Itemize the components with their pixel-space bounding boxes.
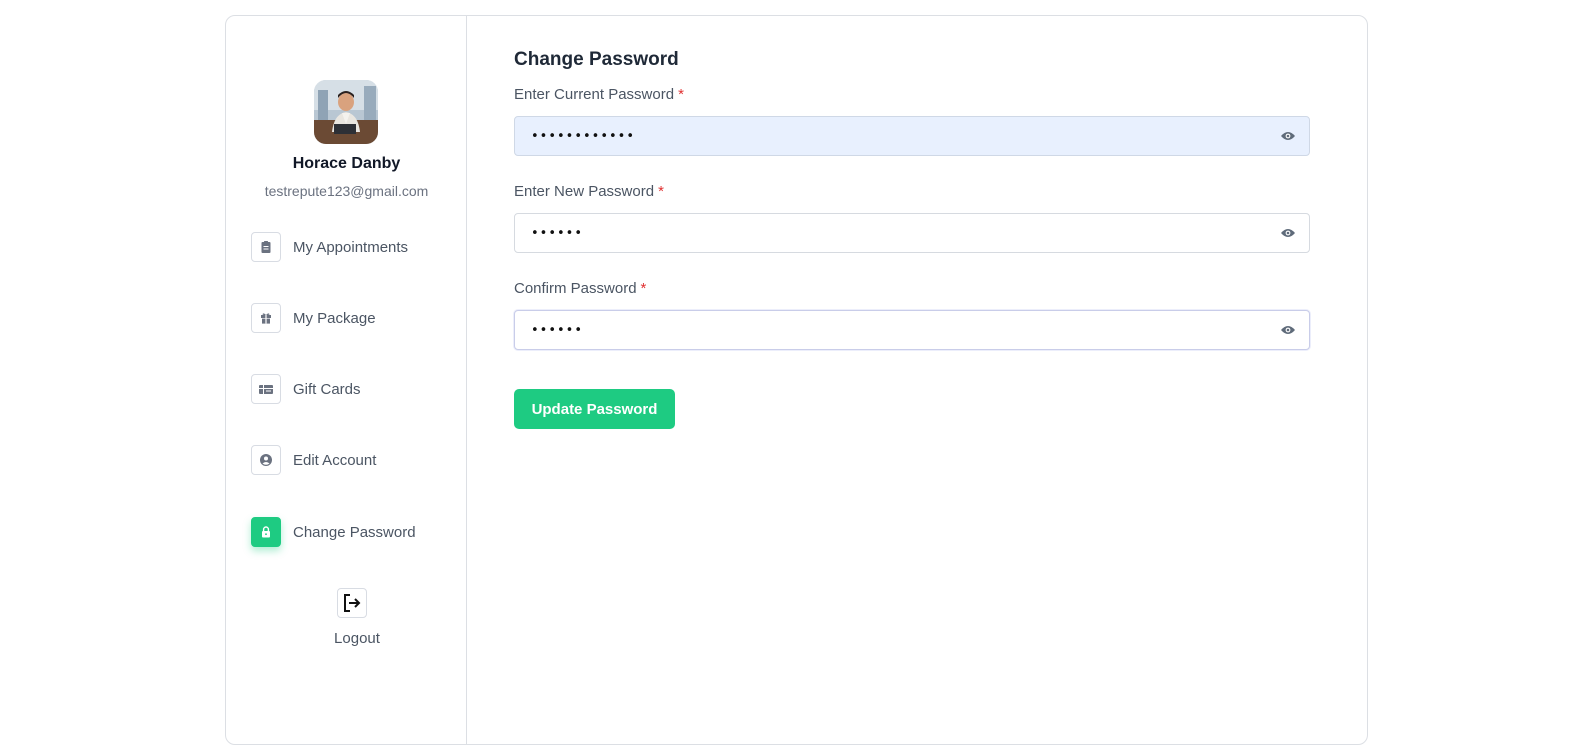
required-mark: * <box>658 183 664 200</box>
confirm-password-field <box>514 310 1310 350</box>
new-password-label-text: Enter New Password <box>514 183 655 200</box>
current-password-field <box>514 116 1310 156</box>
confirm-password-input[interactable] <box>515 311 1279 349</box>
current-password-input[interactable] <box>515 117 1279 155</box>
eye-icon[interactable] <box>1279 224 1297 242</box>
sidebar-item-gift-cards[interactable]: Gift Cards <box>251 373 361 405</box>
change-password-panel: Change Password Enter Current Password * … <box>467 16 1367 744</box>
sidebar-item-label: Gift Cards <box>293 380 361 398</box>
sidebar-item-edit-account[interactable]: Edit Account <box>251 444 376 476</box>
sidebar-item-label: Edit Account <box>293 451 377 469</box>
user-email: testrepute123@gmail.com <box>264 183 429 199</box>
confirm-password-label-text: Confirm Password <box>514 280 637 297</box>
new-password-label: Enter New Password * <box>514 183 664 200</box>
sidebar-item-my-package[interactable]: My Package <box>251 302 376 334</box>
logout-link[interactable]: Logout <box>322 630 392 647</box>
logout-icon[interactable] <box>337 588 367 618</box>
eye-icon[interactable] <box>1279 127 1297 145</box>
user-name: Horace Danby <box>292 155 401 172</box>
new-password-field <box>514 213 1310 253</box>
current-password-label: Enter Current Password * <box>514 86 684 103</box>
account-sidebar: Horace Danby testrepute123@gmail.com My … <box>226 16 467 744</box>
gift-icon <box>251 303 281 333</box>
sidebar-item-label: My Package <box>293 309 376 327</box>
avatar <box>314 80 378 144</box>
required-mark: * <box>640 280 647 297</box>
sidebar-item-label: Change Password <box>293 523 416 541</box>
sidebar-item-change-password[interactable]: Change Password <box>251 516 416 548</box>
avatar-photo <box>314 80 378 144</box>
sidebar-item-label: My Appointments <box>293 238 409 256</box>
lock-icon <box>251 517 281 547</box>
eye-icon[interactable] <box>1279 321 1297 339</box>
clipboard-icon <box>251 232 281 262</box>
update-password-button[interactable]: Update Password <box>514 389 675 429</box>
page-title: Change Password <box>514 49 679 70</box>
new-password-input[interactable] <box>515 214 1279 252</box>
sidebar-item-my-appointments[interactable]: My Appointments <box>251 231 408 263</box>
user-circle-icon <box>251 445 281 475</box>
current-password-label-text: Enter Current Password <box>514 86 675 103</box>
account-card: Horace Danby testrepute123@gmail.com My … <box>225 15 1368 745</box>
required-mark: * <box>678 86 684 103</box>
gift-card-icon <box>251 374 281 404</box>
confirm-password-label: Confirm Password * <box>514 280 646 297</box>
